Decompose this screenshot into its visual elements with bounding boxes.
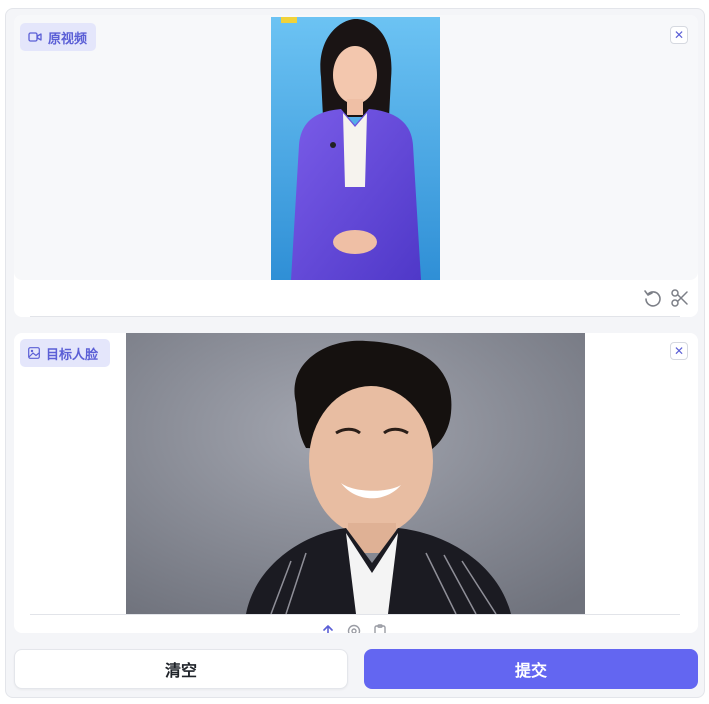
submit-button[interactable]: 提交: [364, 649, 698, 689]
image-icon: [28, 347, 40, 359]
close-icon: ✕: [673, 28, 685, 42]
camera-icon[interactable]: [347, 624, 361, 633]
submit-button-label: 提交: [514, 661, 547, 680]
video-label: 原视频: [48, 31, 88, 47]
undo-icon[interactable]: [643, 288, 663, 308]
face-divider: [30, 614, 680, 615]
video-divider: [30, 316, 680, 317]
clear-button-label: 清空: [164, 661, 197, 680]
close-icon: ✕: [673, 344, 685, 358]
upload-icon[interactable]: [322, 624, 334, 633]
face-label: 目标人脸: [46, 347, 99, 363]
target-face-image[interactable]: [126, 333, 585, 614]
video-icon: [28, 32, 42, 42]
source-video[interactable]: [271, 17, 440, 280]
scissors-icon[interactable]: [670, 288, 690, 308]
face-label-chip: 目标人脸: [20, 339, 110, 367]
video-close-button[interactable]: ✕: [670, 26, 688, 44]
face-source-toolbar: [320, 624, 390, 633]
video-label-chip: 原视频: [20, 23, 96, 51]
clipboard-icon[interactable]: [374, 624, 386, 633]
clear-button[interactable]: 清空: [14, 649, 348, 689]
face-close-button[interactable]: ✕: [670, 342, 688, 360]
